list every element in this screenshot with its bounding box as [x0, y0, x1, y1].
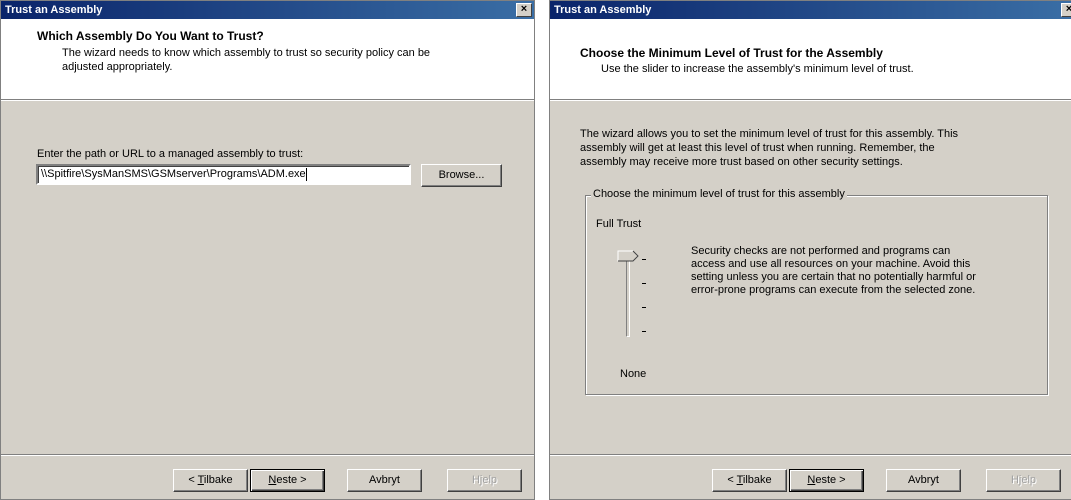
trust-description-line2: access and use all resources on your mac…	[691, 258, 971, 270]
back-prefix: <	[188, 474, 198, 486]
title-bar[interactable]: Trust an Assembly ×	[1, 1, 534, 19]
back-label: ilbake	[742, 474, 772, 486]
back-label: ilbake	[203, 474, 233, 486]
close-icon: ×	[520, 3, 528, 15]
group-label: Choose the minimum level of trust for th…	[591, 188, 847, 200]
slider-bottom-label: None	[620, 368, 647, 380]
cancel-label: Avbryt	[908, 474, 939, 486]
slider-tick	[642, 331, 646, 332]
back-button[interactable]: < Tilbake	[173, 469, 248, 492]
back-prefix: <	[727, 474, 737, 486]
back-button[interactable]: < Tilbake	[712, 469, 787, 492]
window-title: Trust an Assembly	[5, 4, 103, 16]
trust-assembly-window-left: Trust an Assembly × Which Assembly Do Yo…	[0, 0, 535, 500]
cancel-label: Avbryt	[369, 474, 400, 486]
slider-tick	[642, 283, 646, 284]
close-button[interactable]: ×	[1061, 3, 1071, 17]
page-subtitle: Use the slider to increase the assembly'…	[601, 63, 914, 75]
trust-description-line4: error-prone programs can execute from th…	[691, 284, 976, 296]
slider-tick	[642, 307, 646, 308]
slider-top-label: Full Trust	[596, 218, 642, 230]
next-button[interactable]: Neste >	[250, 469, 325, 492]
assembly-path-input[interactable]: \\Spitfire\SysManSMS\GSMserver\Programs\…	[36, 164, 411, 185]
browse-label: Browse...	[438, 169, 485, 181]
assembly-path-value: \\Spitfire\SysManSMS\GSMserver\Programs\…	[41, 168, 306, 180]
slider-tick	[642, 259, 646, 260]
footer-separator	[1, 454, 534, 456]
next-label: este >	[276, 474, 307, 486]
intro-line3: assembly may receive more trust based on…	[580, 156, 903, 168]
page-title: Which Assembly Do You Want to Trust?	[37, 29, 264, 43]
footer-separator	[550, 454, 1071, 456]
cancel-button[interactable]: Avbryt	[886, 469, 961, 492]
trust-assembly-window-right: Trust an Assembly × Choose the Minimum L…	[549, 0, 1071, 500]
cancel-button[interactable]: Avbryt	[347, 469, 422, 492]
trust-slider-track[interactable]	[626, 257, 630, 337]
trust-description-line3: setting unless you are certain that no p…	[691, 271, 976, 283]
trust-description-line1: Security checks are not performed and pr…	[691, 245, 951, 257]
page-subtitle-line2: adjusted appropriately.	[62, 61, 173, 73]
browse-button[interactable]: Browse...	[421, 164, 502, 187]
page-title: Choose the Minimum Level of Trust for th…	[580, 46, 883, 60]
next-label: este >	[815, 474, 846, 486]
next-button[interactable]: Neste >	[789, 469, 864, 492]
help-label: Hjelp	[471, 474, 498, 486]
help-label: Hjelp	[1010, 474, 1037, 486]
intro-line2: assembly will get at least this level of…	[580, 142, 935, 154]
help-button[interactable]: Hjelp	[986, 469, 1061, 492]
window-title: Trust an Assembly	[554, 4, 652, 16]
help-button[interactable]: Hjelp	[447, 469, 522, 492]
page-subtitle-line1: The wizard needs to know which assembly …	[62, 47, 431, 59]
path-label: Enter the path or URL to a managed assem…	[37, 148, 304, 160]
title-bar[interactable]: Trust an Assembly ×	[550, 1, 1071, 19]
wizard-header: Which Assembly Do You Want to Trust? The…	[1, 19, 534, 101]
close-icon: ×	[1066, 3, 1071, 15]
wizard-header: Choose the Minimum Level of Trust for th…	[550, 19, 1071, 101]
close-button[interactable]: ×	[516, 3, 532, 17]
intro-line1: The wizard allows you to set the minimum…	[580, 128, 959, 140]
text-caret	[305, 167, 307, 181]
trust-slider-thumb[interactable]	[617, 250, 641, 266]
